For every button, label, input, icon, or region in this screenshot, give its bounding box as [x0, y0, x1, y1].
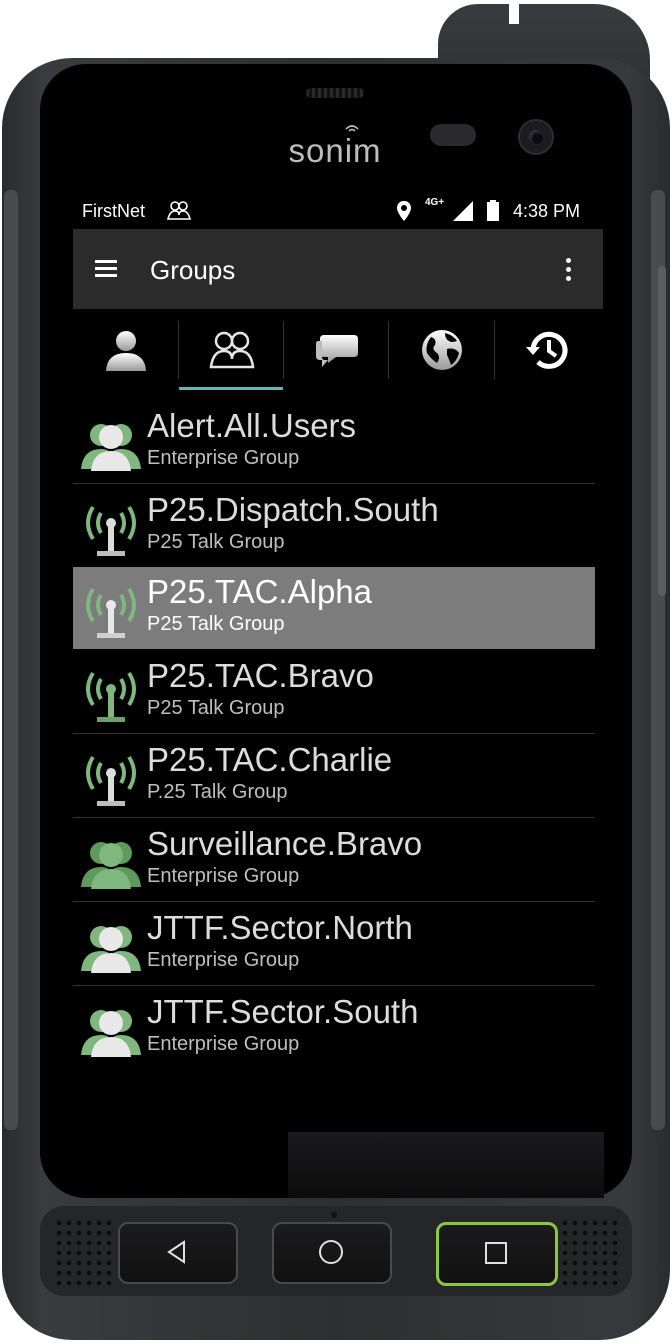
recents-icon — [485, 1242, 507, 1264]
group-name: JTTF.Sector.North — [147, 909, 413, 946]
list-item[interactable]: Surveillance.Bravo Enterprise Group — [73, 819, 595, 902]
group-type: P25 Talk Group — [147, 697, 285, 719]
chat-icon — [316, 335, 358, 367]
microphone — [331, 1212, 337, 1218]
list-item[interactable]: JTTF.Sector.South Enterprise Group — [73, 987, 595, 1069]
tab-groups[interactable] — [179, 315, 284, 389]
screen-reflection — [288, 1132, 604, 1198]
radio-tower-icon — [86, 755, 136, 806]
battery-icon — [487, 200, 499, 221]
earpiece-speaker — [306, 88, 364, 98]
overflow-menu-icon[interactable] — [553, 249, 583, 289]
clock: 4:38 PM — [513, 201, 581, 221]
back-button[interactable] — [118, 1222, 238, 1284]
group-type: P25 Talk Group — [147, 613, 285, 635]
list-item[interactable]: P25.Dispatch.South P25 Talk Group — [73, 485, 595, 568]
group-type: P25 Talk Group — [147, 531, 285, 553]
group-status-icon — [167, 201, 191, 220]
brand-logo: sonim — [288, 132, 382, 169]
group-icon — [209, 331, 255, 369]
hamburger-menu-icon[interactable] — [87, 251, 123, 287]
radio-tower-icon — [86, 671, 136, 722]
list-item[interactable]: JTTF.Sector.North Enterprise Group — [73, 903, 595, 986]
side-button[interactable] — [658, 266, 666, 596]
recents-button[interactable] — [436, 1222, 558, 1286]
group-type: P.25 Talk Group — [147, 781, 288, 803]
tab-bar — [73, 315, 603, 395]
location-icon — [397, 201, 411, 221]
group-name: P25.TAC.Bravo — [147, 657, 374, 694]
group-type: Enterprise Group — [147, 865, 300, 887]
tab-contacts[interactable] — [73, 315, 178, 389]
left-side-rail — [4, 190, 18, 1130]
back-icon — [167, 1240, 185, 1264]
list-item[interactable]: Alert.All.Users Enterprise Group — [73, 401, 595, 484]
list-item[interactable]: P25.TAC.Alpha P25 Talk Group — [73, 567, 595, 649]
group-type: Enterprise Group — [147, 949, 300, 971]
group-icon — [81, 424, 141, 471]
globe-icon — [422, 330, 462, 370]
network-type: 4G+ — [425, 197, 445, 208]
speaker-grille-right — [560, 1218, 622, 1290]
row-divider — [73, 985, 595, 986]
radio-tower-icon — [86, 505, 136, 556]
tab-web[interactable] — [389, 315, 494, 389]
contact-icon — [106, 331, 146, 371]
tab-history[interactable] — [495, 315, 600, 389]
signal-icon — [453, 201, 473, 221]
row-divider — [73, 483, 595, 484]
list-item[interactable]: P25.TAC.Bravo P25 Talk Group — [73, 651, 595, 734]
screen: FirstNet 4G+ 4:38 PM Groups Alert.All.Us… — [73, 195, 603, 1131]
carrier-label: FirstNet — [82, 201, 145, 221]
proximity-sensor — [430, 124, 476, 146]
group-type: Enterprise Group — [147, 1033, 300, 1055]
group-name: Surveillance.Bravo — [147, 825, 423, 862]
group-name: P25.TAC.Alpha — [147, 573, 373, 610]
group-type: Enterprise Group — [147, 447, 300, 469]
page-title: Groups — [150, 255, 236, 285]
selected-tab-indicator — [179, 387, 283, 390]
group-icon — [81, 926, 141, 973]
group-name: Alert.All.Users — [147, 407, 357, 444]
group-icon — [81, 842, 141, 889]
history-icon — [526, 331, 568, 369]
group-name: JTTF.Sector.South — [147, 993, 419, 1030]
app-bar: Groups — [73, 229, 603, 309]
home-icon — [319, 1240, 343, 1264]
tab-messages[interactable] — [284, 315, 389, 389]
row-divider — [73, 733, 595, 734]
group-icon — [81, 1010, 141, 1057]
group-name: P25.Dispatch.South — [147, 491, 439, 528]
speaker-grille-left — [54, 1218, 116, 1290]
home-button[interactable] — [272, 1222, 392, 1284]
group-name: P25.TAC.Charlie — [147, 741, 393, 778]
row-divider — [73, 901, 595, 902]
top-notch — [509, 0, 519, 24]
status-bar: FirstNet 4G+ 4:38 PM — [73, 195, 603, 227]
row-divider — [73, 817, 595, 818]
front-camera — [518, 119, 554, 155]
brand-wifi-icon — [345, 125, 359, 132]
list-item[interactable]: P25.TAC.Charlie P.25 Talk Group — [73, 735, 595, 818]
radio-tower-icon — [86, 587, 136, 638]
